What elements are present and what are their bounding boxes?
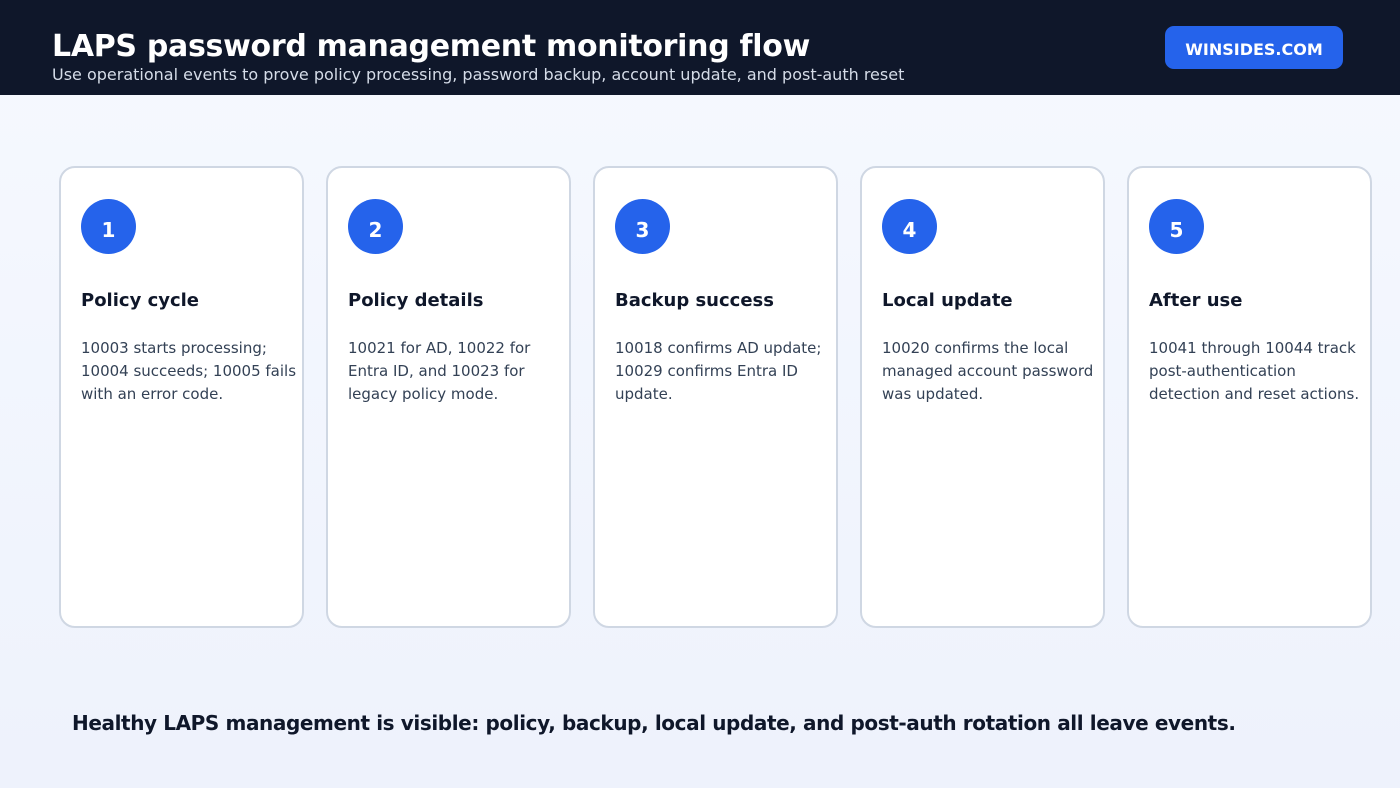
page-subtitle: Use operational events to prove policy p… [52,65,905,84]
step-number-badge: 5 [1149,199,1204,254]
brand-badge[interactable]: WINSIDES.COM [1165,26,1343,69]
step-description: 10020 confirms the local managed account… [882,339,1094,403]
summary-note: Healthy LAPS management is visible: poli… [72,711,1236,735]
step-title: Policy cycle [81,290,200,311]
step-card-3: 3 Backup success 10018 confirms AD updat… [593,166,838,628]
step-title: Policy details [348,290,484,311]
step-card-5: 5 After use 10041 through 10044 track po… [1127,166,1372,628]
step-description: 10003 starts processing; 10004 succeeds;… [81,339,297,403]
step-title: Local update [882,290,1013,311]
step-description: 10018 confirms AD update; 10029 confirms… [615,339,822,403]
step-number-badge: 2 [348,199,403,254]
step-card-2: 2 Policy details 10021 for AD, 10022 for… [326,166,571,628]
step-description: 10041 through 10044 track post-authentic… [1149,339,1360,403]
step-number-badge: 4 [882,199,937,254]
header-bar: LAPS password management monitoring flow… [0,0,1400,95]
step-card-1: 1 Policy cycle 10003 starts processing; … [59,166,304,628]
step-number-badge: 3 [615,199,670,254]
step-title: Backup success [615,290,774,311]
step-title: After use [1149,290,1243,311]
step-number-badge: 1 [81,199,136,254]
page-title: LAPS password management monitoring flow [52,29,810,64]
step-description: 10021 for AD, 10022 for Entra ID, and 10… [348,339,531,403]
step-card-4: 4 Local update 10020 confirms the local … [860,166,1105,628]
